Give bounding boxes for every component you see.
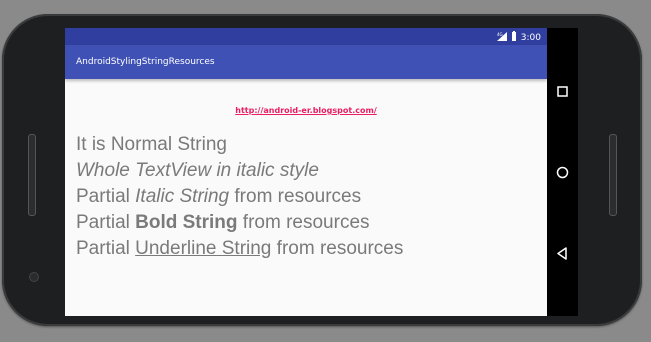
svg-text:4G: 4G [497, 32, 503, 37]
partial-bold-line: Partial Bold String from resources [76, 210, 403, 236]
partial-underline-pre: Partial [76, 238, 136, 259]
status-bar: 4G 3:00 [65, 28, 547, 45]
partial-underline-styled: Underline String [135, 238, 272, 259]
partial-italic-pre: Partial [76, 186, 136, 207]
back-icon[interactable] [555, 246, 570, 261]
partial-bold-post: from resources [237, 212, 370, 233]
partial-italic-post: from resources [229, 186, 362, 207]
app-screen: 4G 3:00 AndroidStylingStringResources ht… [65, 28, 547, 316]
camera-dot [29, 272, 39, 282]
status-time: 3:00 [520, 32, 541, 43]
partial-underline-line: Partial Underline String from resources [76, 236, 403, 262]
signal-icon: 4G [496, 31, 507, 44]
navigation-bar [547, 28, 578, 316]
partial-bold-styled: Bold String [135, 212, 238, 233]
italic-textview-line: Whole TextView in italic style [76, 160, 319, 181]
blog-link[interactable]: http://android-er.blogspot.com/ [65, 106, 547, 115]
recents-icon[interactable] [555, 84, 570, 99]
app-bar: AndroidStylingStringResources [65, 45, 547, 79]
normal-string-line: It is Normal String [76, 134, 227, 155]
home-icon[interactable] [555, 165, 570, 180]
status-icons: 4G 3:00 [496, 31, 541, 44]
app-title: AndroidStylingStringResources [76, 57, 215, 67]
partial-italic-styled: Italic String [135, 186, 230, 207]
partial-bold-pre: Partial [76, 212, 136, 233]
battery-icon [511, 31, 517, 44]
partial-underline-post: from resources [271, 238, 404, 259]
left-speaker-slot [28, 134, 36, 216]
partial-italic-line: Partial Italic String from resources [76, 184, 403, 210]
text-lines: It is Normal String Whole TextView in it… [76, 132, 403, 262]
right-speaker-slot [609, 134, 617, 216]
